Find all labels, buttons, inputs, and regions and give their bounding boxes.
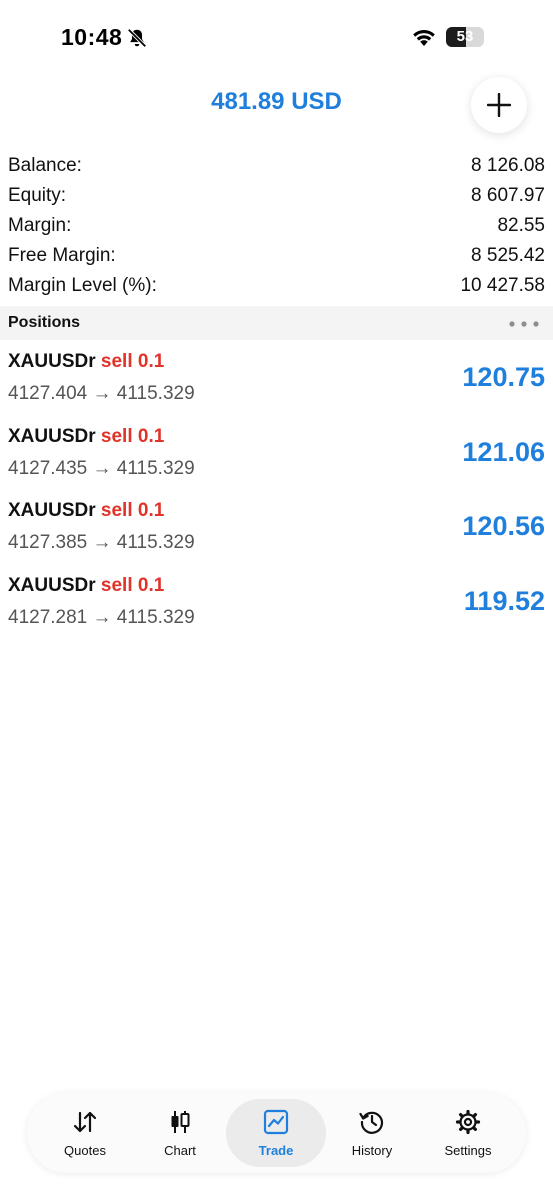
plus-icon [487, 93, 511, 117]
summary-label: Margin Level (%): [8, 275, 157, 296]
summary-value: 8 126.08 [471, 155, 545, 176]
tab-history[interactable]: History [322, 1099, 422, 1167]
position-symbol-line: XAUUSDr sell 0.1 [8, 500, 164, 522]
position-profit: 121.06 [462, 436, 545, 467]
status-time: 10:48 [61, 24, 123, 50]
bell-muted-icon [127, 28, 147, 48]
summary-value: 8 607.97 [471, 185, 545, 206]
summary-row-balance: Balance: 8 126.08 [0, 151, 553, 181]
position-symbol-line: XAUUSDr sell 0.1 [8, 575, 164, 597]
more-dots-icon[interactable] [509, 321, 539, 327]
position-side: sell 0.1 [100, 500, 165, 521]
position-side: sell 0.1 [100, 351, 165, 372]
tab-quotes[interactable]: Quotes [35, 1099, 135, 1167]
positions-title: Positions [8, 314, 81, 331]
summary-row-margin-level: Margin Level (%): 10 427.58 [0, 271, 553, 301]
positions-list: XAUUSDr sell 0.1 4127.404 → 4115.329 120… [0, 342, 553, 640]
tab-label: History [351, 1143, 393, 1158]
summary-value: 10 427.58 [460, 275, 545, 296]
tab-label: Chart [164, 1143, 196, 1158]
summary-label: Equity: [8, 185, 67, 206]
position-symbol-line: XAUUSDr sell 0.1 [8, 426, 164, 448]
position-profit: 120.75 [462, 362, 545, 392]
account-summary: Balance: 8 126.08 Equity: 8 607.97 Margi… [0, 151, 553, 301]
battery-indicator: 53 [446, 27, 484, 47]
account-profit-title: 481.89 USD [211, 88, 342, 115]
quotes-arrows-icon [73, 1111, 97, 1133]
summary-label: Balance: [8, 155, 82, 176]
position-side: sell 0.1 [100, 425, 165, 447]
position-symbol: XAUUSDr [8, 351, 96, 372]
tab-label: Trade [258, 1143, 294, 1158]
bottom-tab-bar: Quotes Chart Trade History Settings [27, 1093, 526, 1173]
tab-label: Settings [444, 1143, 492, 1158]
tab-settings[interactable]: Settings [418, 1099, 518, 1167]
battery-level: 53 [456, 28, 474, 45]
history-clock-icon [359, 1111, 384, 1134]
position-profit: 119.52 [463, 585, 545, 616]
position-row[interactable]: XAUUSDr sell 0.1 4127.385 → 4115.329 120… [0, 491, 553, 566]
wifi-icon [413, 29, 435, 46]
summary-value: 8 525.42 [471, 245, 545, 266]
position-row[interactable]: XAUUSDr sell 0.1 4127.281 → 4115.329 119… [0, 566, 553, 641]
position-prices: 4127.404 → 4115.329 [8, 383, 195, 404]
status-bar: 10:48 53 [0, 0, 553, 70]
position-row[interactable]: XAUUSDr sell 0.1 4127.404 → 4115.329 120… [0, 342, 553, 417]
trade-chart-icon [263, 1109, 289, 1135]
position-symbol: XAUUSDr [8, 574, 96, 596]
position-symbol: XAUUSDr [8, 425, 96, 447]
add-order-button[interactable] [471, 77, 527, 133]
candlestick-icon [171, 1111, 190, 1133]
summary-row-free-margin: Free Margin: 8 525.42 [0, 241, 553, 271]
tab-trade[interactable]: Trade [226, 1099, 326, 1167]
tab-label: Quotes [64, 1143, 106, 1158]
summary-label: Margin: [8, 215, 72, 236]
summary-row-equity: Equity: 8 607.97 [0, 181, 553, 211]
summary-label: Free Margin: [8, 245, 116, 266]
position-symbol: XAUUSDr [8, 500, 96, 521]
position-prices: 4127.435 → 4115.329 [8, 457, 195, 479]
tab-chart[interactable]: Chart [130, 1099, 230, 1167]
summary-row-margin: Margin: 82.55 [0, 211, 553, 241]
position-prices: 4127.281 → 4115.329 [8, 606, 195, 628]
position-prices: 4127.385 → 4115.329 [8, 532, 195, 553]
gear-icon [455, 1109, 481, 1135]
position-row[interactable]: XAUUSDr sell 0.1 4127.435 → 4115.329 121… [0, 417, 553, 492]
position-symbol-line: XAUUSDr sell 0.1 [8, 351, 164, 373]
positions-section-header: Positions [0, 306, 553, 340]
position-profit: 120.56 [462, 511, 545, 541]
summary-value: 82.55 [497, 215, 545, 236]
position-side: sell 0.1 [100, 574, 165, 596]
